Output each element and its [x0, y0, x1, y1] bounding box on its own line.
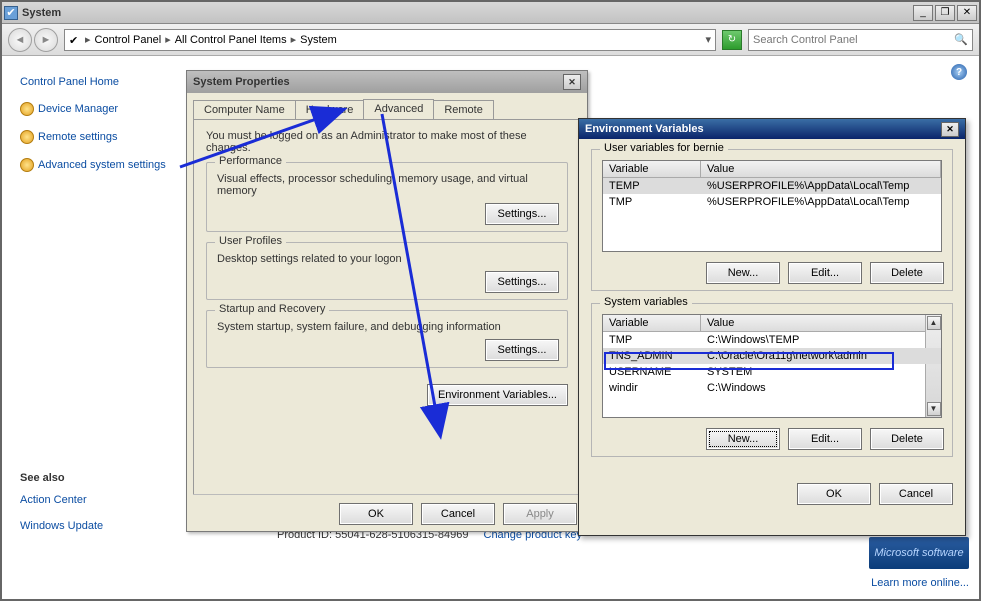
startup-recovery-desc: System startup, system failure, and debu…	[217, 321, 557, 333]
table-row[interactable]: windir C:\Windows	[603, 380, 941, 396]
titlebar: ✔ System _ ❐ ✕	[2, 2, 979, 24]
ev-ok-button[interactable]: OK	[797, 483, 871, 505]
scrollbar[interactable]: ▲ ▼	[925, 315, 941, 417]
startup-recovery-legend: Startup and Recovery	[215, 303, 329, 315]
system-variables-group: System variables ▲ ▼ Variable Value TMP …	[591, 303, 953, 457]
ev-cancel-button[interactable]: Cancel	[879, 483, 953, 505]
table-row[interactable]: TNS_ADMIN C:\Oracle\Ora11g\network\admin	[603, 348, 941, 364]
startup-recovery-group: Startup and Recovery System startup, sys…	[206, 310, 568, 368]
system-variables-list[interactable]: ▲ ▼ Variable Value TMP C:\Windows\TEMP T…	[602, 314, 942, 418]
breadcrumb-3[interactable]: System	[300, 34, 337, 46]
user-delete-button[interactable]: Delete	[870, 262, 944, 284]
scroll-down-icon[interactable]: ▼	[927, 402, 941, 416]
device-manager-link[interactable]: Device Manager	[20, 102, 172, 116]
tab-hardware[interactable]: Hardware	[295, 100, 365, 119]
sp-ok-button[interactable]: OK	[339, 503, 413, 525]
tab-computer-name[interactable]: Computer Name	[193, 100, 296, 119]
action-center-link[interactable]: Action Center	[20, 494, 172, 506]
performance-group: Performance Visual effects, processor sc…	[206, 162, 568, 232]
ev-close-button[interactable]: ✕	[941, 122, 959, 137]
control-panel-home-link[interactable]: Control Panel Home	[20, 76, 172, 88]
table-row[interactable]: TMP %USERPROFILE%\AppData\Local\Temp	[603, 194, 941, 210]
window-title: System	[22, 7, 913, 19]
system-new-button[interactable]: New...	[706, 428, 780, 450]
learn-more-link[interactable]: Learn more online...	[871, 577, 969, 589]
table-row[interactable]: TEMP %USERPROFILE%\AppData\Local\Temp	[603, 178, 941, 194]
tab-remote[interactable]: Remote	[433, 100, 494, 119]
see-also-heading: See also	[20, 472, 172, 484]
minimize-button[interactable]: _	[913, 5, 933, 21]
sp-apply-button: Apply	[503, 503, 577, 525]
ev-titlebar: Environment Variables ✕	[579, 119, 965, 139]
close-button[interactable]: ✕	[957, 5, 977, 21]
shield-icon	[20, 102, 34, 116]
sp-intro-text: You must be logged on as an Administrato…	[206, 130, 568, 154]
left-pane: Control Panel Home Device Manager Remote…	[2, 56, 184, 599]
search-icon: 🔍	[954, 33, 968, 46]
forward-button[interactable]: ►	[34, 28, 58, 52]
performance-legend: Performance	[215, 155, 286, 167]
scroll-up-icon[interactable]: ▲	[927, 316, 941, 330]
environment-variables-dialog: Environment Variables ✕ User variables f…	[578, 118, 966, 536]
sp-body: You must be logged on as an Administrato…	[193, 119, 581, 495]
sp-title: System Properties	[193, 76, 290, 88]
microsoft-badge: Microsoft software	[869, 537, 969, 569]
system-variables-legend: System variables	[600, 296, 692, 308]
system-edit-button[interactable]: Edit...	[788, 428, 862, 450]
refresh-button[interactable]: ↻	[722, 30, 742, 50]
breadcrumb[interactable]: ✔ ▸ Control Panel ▸ All Control Panel It…	[64, 29, 716, 51]
user-new-button[interactable]: New...	[706, 262, 780, 284]
remote-settings-link[interactable]: Remote settings	[20, 130, 172, 144]
navbar: ◄ ► ✔ ▸ Control Panel ▸ All Control Pane…	[2, 24, 979, 56]
back-button[interactable]: ◄	[8, 28, 32, 52]
ev-title: Environment Variables	[585, 123, 704, 135]
search-input[interactable]: Search Control Panel 🔍	[748, 29, 973, 51]
shield-icon	[20, 130, 34, 144]
advanced-system-settings-link[interactable]: Advanced system settings	[20, 158, 172, 172]
restore-button[interactable]: ❐	[935, 5, 955, 21]
user-edit-button[interactable]: Edit...	[788, 262, 862, 284]
breadcrumb-2[interactable]: All Control Panel Items	[175, 34, 287, 46]
user-variables-legend: User variables for bernie	[600, 142, 728, 154]
breadcrumb-icon: ✔	[69, 34, 81, 46]
environment-variables-button[interactable]: Environment Variables...	[427, 384, 568, 406]
startup-recovery-settings-button[interactable]: Settings...	[485, 339, 559, 361]
performance-settings-button[interactable]: Settings...	[485, 203, 559, 225]
performance-desc: Visual effects, processor scheduling, me…	[217, 173, 557, 197]
tab-advanced[interactable]: Advanced	[363, 99, 434, 119]
sp-cancel-button[interactable]: Cancel	[421, 503, 495, 525]
shield-icon	[20, 158, 34, 172]
col-variable[interactable]: Variable	[603, 315, 701, 331]
user-profiles-desc: Desktop settings related to your logon	[217, 253, 557, 265]
user-profiles-group: User Profiles Desktop settings related t…	[206, 242, 568, 300]
table-row[interactable]: TMP C:\Windows\TEMP	[603, 332, 941, 348]
user-profiles-legend: User Profiles	[215, 235, 286, 247]
user-variables-group: User variables for bernie Variable Value…	[591, 149, 953, 291]
user-variables-list[interactable]: Variable Value TEMP %USERPROFILE%\AppDat…	[602, 160, 942, 252]
user-profiles-settings-button[interactable]: Settings...	[485, 271, 559, 293]
search-placeholder: Search Control Panel	[753, 34, 858, 46]
col-value[interactable]: Value	[701, 315, 941, 331]
windows-update-link[interactable]: Windows Update	[20, 520, 172, 532]
col-value[interactable]: Value	[701, 161, 941, 177]
system-delete-button[interactable]: Delete	[870, 428, 944, 450]
breadcrumb-1[interactable]: Control Panel	[95, 34, 162, 46]
system-properties-dialog: System Properties ✕ Computer Name Hardwa…	[186, 70, 588, 532]
sp-titlebar: System Properties ✕	[187, 71, 587, 93]
sp-close-button[interactable]: ✕	[563, 74, 581, 90]
sp-tabstrip: Computer Name Hardware Advanced Remote	[187, 93, 587, 119]
col-variable[interactable]: Variable	[603, 161, 701, 177]
table-row[interactable]: USERNAME SYSTEM	[603, 364, 941, 380]
system-icon: ✔	[4, 6, 18, 20]
system-window: ✔ System _ ❐ ✕ ◄ ► ✔ ▸ Control Panel ▸ A…	[0, 0, 981, 601]
